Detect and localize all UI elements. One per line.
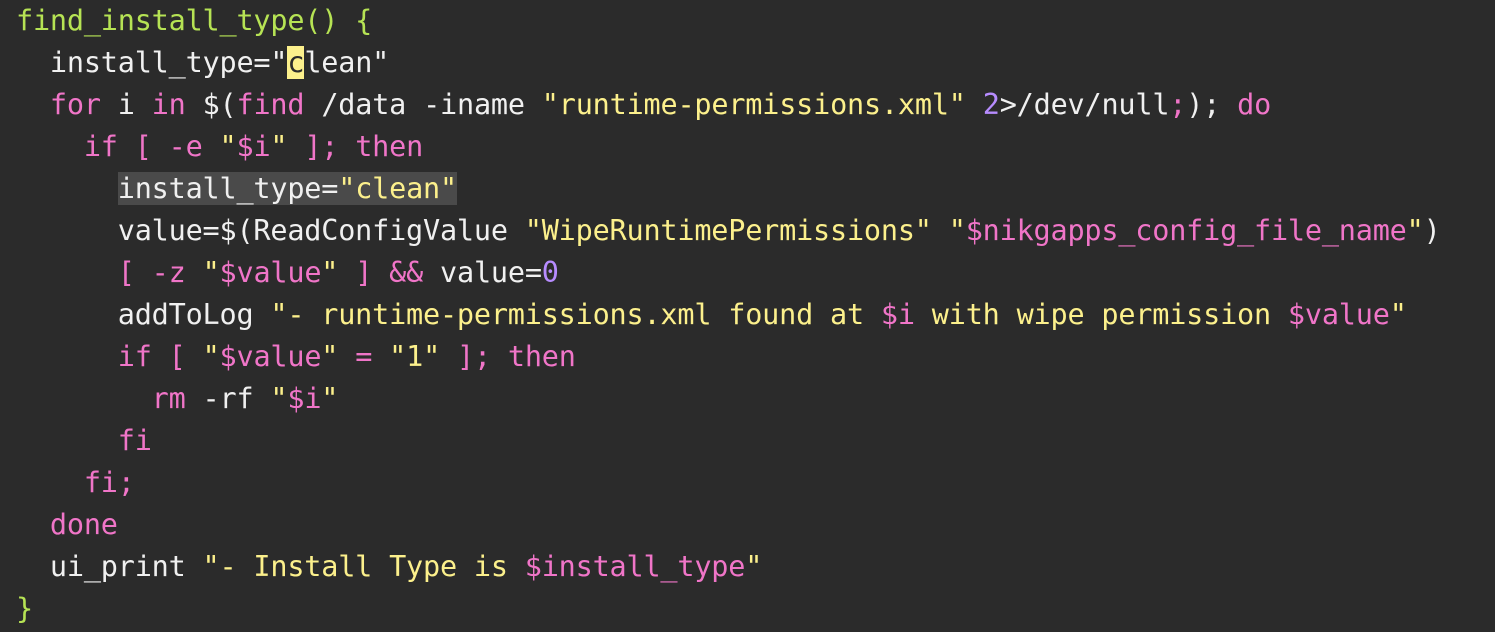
code-line-2[interactable]: install_type="clean" [16,42,389,84]
code-line-1[interactable]: find_install_type() { [16,0,372,42]
code-token: find [236,88,305,121]
code-token: value=$(ReadConfigValue [16,214,525,247]
code-token: " [219,130,237,163]
code-token: ]; then [287,130,424,163]
code-token: in [151,88,186,121]
code-line-14[interactable]: ui_print "- Install Type is $install_typ… [16,546,762,588]
code-token: " [270,382,288,415]
code-token: if [ [117,340,203,373]
code-token: value= [440,256,542,289]
code-token: find_install_type() { [16,4,373,37]
code-token: ) [1423,214,1441,247]
code-token: fi; [83,466,135,499]
code-token: "WipeRuntimePermissions" [524,214,932,247]
code-token: } [16,592,33,625]
code-token: addToLog [16,298,271,331]
code-token: lean" [304,46,390,79]
code-line-8[interactable]: addToLog "- runtime-permissions.xml foun… [16,294,1407,336]
code-token: >/dev/null [999,88,1170,121]
code-token: $value [219,256,322,289]
code-token: " [948,214,966,247]
code-token: "runtime-permissions.xml" [541,88,966,121]
code-token: " [321,340,339,373]
code-token: ]; then [440,340,576,373]
code-token: " [202,340,220,373]
code-token: "clean" [338,172,457,205]
code-line-3[interactable]: for i in $(find /data -iname "runtime-pe… [16,84,1271,126]
code-token: /data -iname [304,88,542,121]
code-line-10[interactable]: rm -rf "$i" [16,378,339,420]
code-token: with wipe permission [914,298,1288,331]
code-token: for [49,88,101,121]
code-line-5[interactable]: install_type="clean" [16,168,457,210]
code-token: i [100,88,152,121]
code-line-6[interactable]: value=$(ReadConfigValue "WipeRuntimePerm… [16,210,1441,252]
code-token: " [1389,298,1407,331]
code-token: "- Install Type is [202,550,525,583]
code-token: 2 [982,88,1000,121]
code-token: -rf [185,382,271,415]
code-line-7[interactable]: [ -z "$value" ] && value=0 [16,252,559,294]
code-token: install_type= [117,172,339,205]
code-token: ; [1169,88,1187,121]
code-token: rm [151,382,186,415]
code-token: "1" [389,340,441,373]
code-token: fi [117,424,152,457]
code-token: " [1406,214,1424,247]
code-token: $value [219,340,322,373]
code-token: " [270,130,288,163]
code-line-13[interactable]: done [16,504,118,546]
code-token: " [321,256,339,289]
code-token: $nikgapps_config_file_name [965,214,1407,247]
code-token: = [338,340,390,373]
code-token: $i [236,130,271,163]
code-token: $i [287,382,322,415]
code-token: done [49,508,118,541]
code-editor[interactable]: find_install_type() { install_type="clea… [0,0,1495,632]
code-token: ui_print [16,550,203,583]
code-line-11[interactable]: fi [16,420,152,462]
code-token: install_type=" [16,46,288,79]
code-token: " [745,550,763,583]
code-token: $i [880,298,915,331]
code-token: ] && [338,256,441,289]
code-token: " [321,382,339,415]
code-line-4[interactable]: if [ -e "$i" ]; then [16,126,423,168]
text-cursor: c [287,46,305,79]
code-token: 0 [541,256,559,289]
code-token: $install_type [524,550,746,583]
code-token: "- runtime-permissions.xml found at [270,298,881,331]
code-token: $value [1287,298,1390,331]
code-line-9[interactable]: if [ "$value" = "1" ]; then [16,336,576,378]
code-token: ); [1186,88,1238,121]
code-line-15[interactable]: } [16,588,33,630]
code-line-12[interactable]: fi; [16,462,135,504]
code-token: do [1237,88,1272,121]
code-token: " [202,256,220,289]
code-token: if [ -e [83,130,220,163]
code-token: [ -z [117,256,203,289]
code-token: $( [185,88,237,121]
